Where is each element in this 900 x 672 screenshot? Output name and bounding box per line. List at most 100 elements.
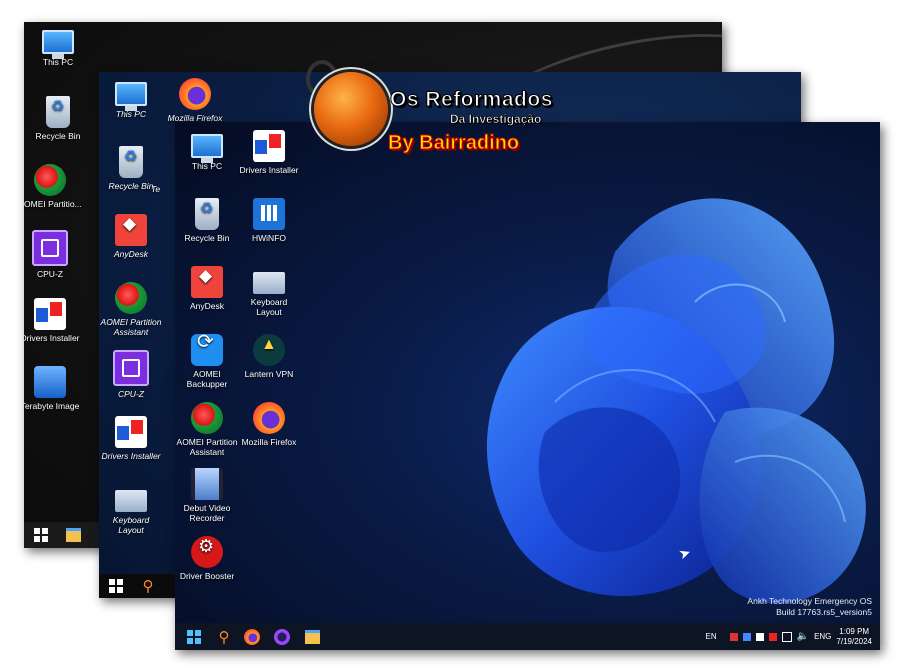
start-button[interactable] [28, 522, 54, 548]
input-language[interactable]: EN [705, 632, 716, 641]
desktop-icon-recycle-bin[interactable]: Recycle Bin [175, 198, 239, 243]
recycle-bin-icon [195, 198, 219, 230]
desktop-icon-aomei-partition[interactable]: AOMEI Partition Assistant [99, 282, 163, 337]
globe-icon [314, 72, 388, 146]
start-button[interactable] [183, 623, 205, 650]
icon-label: Terabyte Image [24, 401, 80, 411]
aomei-icon [34, 164, 66, 196]
firefox-icon [244, 628, 260, 645]
os-name: Ankh Technology Emergency OS [747, 596, 872, 606]
windows-logo-icon [187, 629, 201, 644]
desktop-icon-aomei-backupper[interactable]: AOMEI Backupper [175, 334, 239, 389]
display-icon[interactable] [742, 632, 751, 641]
desktop-icon-drivers-installer[interactable]: Drivers Installer [237, 130, 301, 175]
desktop-icon-driver-booster[interactable]: Driver Booster [175, 536, 239, 581]
desktop-icon-cpuz[interactable]: CPU-Z [99, 350, 163, 399]
desktop-icon-keyboard-layout[interactable]: Keyboard Layout [237, 266, 301, 317]
tray-app-icon[interactable] [755, 632, 764, 641]
recycle-bin-icon [119, 146, 143, 178]
icon-label: AOMEI Partition Assistant [176, 437, 238, 457]
desktop-icon-this-pc[interactable]: This PC [26, 26, 90, 67]
icon-label: Keyboard Layout [250, 297, 288, 317]
tray-app-icon[interactable] [768, 632, 777, 641]
desktop-icon-anydesk[interactable]: AnyDesk [175, 266, 239, 311]
taskbar-file-explorer[interactable] [301, 623, 323, 650]
system-tray: EN 🔈 ENG 1:09 PM 7/19/2024 [705, 623, 872, 650]
windows-logo-icon [34, 528, 48, 542]
clock[interactable]: 1:09 PM 7/19/2024 [836, 627, 872, 647]
film-icon [191, 468, 223, 500]
icon-label: Drivers Installer [101, 451, 161, 461]
icon-label: Te [151, 184, 161, 194]
taskbar-firefox-private[interactable] [271, 623, 293, 650]
computer-icon [42, 30, 74, 59]
firefox-private-icon [274, 628, 290, 645]
desktop-icon-hwinfo[interactable]: HWiNFO [237, 198, 301, 243]
clock-date: 7/19/2024 [836, 636, 872, 646]
windows-logo-icon [109, 579, 123, 593]
search-icon: ⚲ [142, 578, 154, 595]
recycle-bin-icon [46, 96, 70, 128]
desktop-icon-this-pc[interactable]: This PC [99, 78, 163, 119]
start-button[interactable] [105, 574, 127, 598]
icon-label: AOMEI Backupper [186, 369, 228, 389]
icon-label: Keyboard Layout [112, 515, 150, 535]
icon-label: Mozilla Firefox [241, 437, 297, 447]
os-build: Build 17763.rs5_version5 [776, 607, 872, 617]
network-icon[interactable] [781, 631, 792, 642]
icon-label: Recycle Bin [184, 233, 230, 243]
desktop-icon-recycle-bin[interactable]: Recycle Bin [26, 96, 90, 141]
driver-booster-icon [191, 536, 223, 568]
desktop-icon-anydesk[interactable]: AnyDesk [99, 214, 163, 259]
file-explorer-button[interactable] [62, 522, 84, 548]
anydesk-icon [191, 266, 223, 298]
icon-label: AOMEI Partition Assistant [100, 317, 162, 337]
aomei-icon [191, 402, 223, 434]
taskbar: ⚲ EN 🔈 ENG 1:09 PM 7/19/2024 [175, 623, 880, 650]
desktop-icon-firefox[interactable]: Mozilla Firefox [237, 402, 301, 447]
search-button[interactable]: ⚲ [137, 574, 159, 598]
drivers-icon [34, 298, 66, 330]
search-button[interactable]: ⚲ [213, 623, 235, 650]
icon-label: Drivers Installer [24, 333, 80, 343]
icon-label: AnyDesk [189, 301, 224, 311]
logo-author: By Bairradino [387, 132, 520, 155]
desktop-icon-aomei-partition[interactable]: AOMEI Partition Assistant [175, 402, 239, 457]
desktop-icon-debut-video[interactable]: Debut Video Recorder [175, 468, 239, 523]
icon-label: AOMEI Partitio... [24, 199, 82, 209]
desktop-screenshot-front: This PC Drivers Installer Recycle Bin HW… [175, 122, 880, 650]
keyboard-icon [115, 490, 147, 512]
folder-icon [65, 528, 81, 542]
keyboard-icon [253, 272, 285, 294]
desktop-icon-terabyte[interactable]: Terabyte Image [24, 366, 82, 411]
icon-label: Debut Video Recorder [183, 503, 231, 523]
icon-label: Recycle Bin [35, 131, 81, 141]
drivers-icon [253, 130, 285, 162]
computer-icon [191, 134, 223, 163]
tray-app-icon[interactable] [729, 632, 738, 641]
desktop-icon-drivers-installer[interactable]: Drivers Installer [99, 416, 163, 461]
keyboard-language[interactable]: ENG [814, 632, 831, 641]
icon-label: AnyDesk [113, 249, 148, 259]
desktop-icon-aomei[interactable]: AOMEI Partitio... [24, 164, 82, 209]
search-icon: ⚲ [218, 628, 230, 646]
desktop-icon-this-pc[interactable]: This PC [175, 130, 239, 171]
cpu-icon [32, 230, 68, 266]
logo-title: Os Reformados [390, 88, 553, 112]
cpu-icon [113, 350, 149, 386]
volume-icon[interactable]: 🔈 [797, 631, 809, 642]
icon-label: Lantern VPN [244, 369, 294, 379]
firefox-icon [179, 78, 211, 110]
os-watermark: Ankh Technology Emergency OS Build 17763… [747, 596, 872, 618]
desktop-icon-drivers-installer[interactable]: Drivers Installer [24, 298, 82, 343]
desktop-icon-lantern-vpn[interactable]: Lantern VPN [237, 334, 301, 379]
desktop-icon-firefox[interactable]: Mozilla Firefox [163, 78, 227, 123]
taskbar-firefox[interactable] [241, 623, 263, 650]
desktop-icon-cpuz[interactable]: CPU-Z [24, 230, 82, 279]
desktop-icon-partial[interactable]: Te [151, 184, 171, 194]
terabyte-icon [34, 366, 66, 398]
hwinfo-icon [253, 198, 285, 230]
watermark-logo: Os Reformados Da Investigação By Bairrad… [300, 54, 560, 174]
desktop-icon-keyboard-layout[interactable]: Keyboard Layout [99, 484, 163, 535]
firefox-icon [253, 402, 285, 434]
